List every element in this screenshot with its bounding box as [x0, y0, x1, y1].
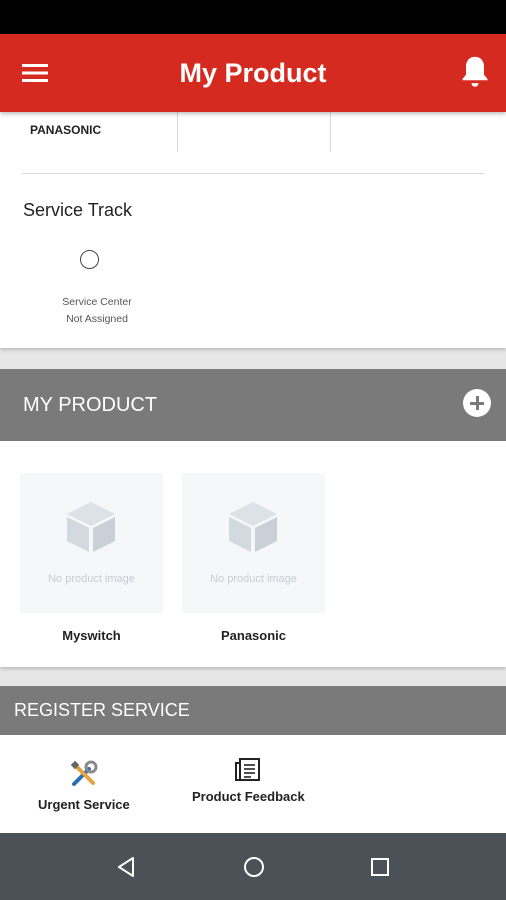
product-feedback-label: Product Feedback [192, 789, 305, 804]
products-list: No product image Myswitch No product ima… [0, 441, 506, 667]
app-bar: My Product [0, 34, 506, 112]
product-name: Myswitch [62, 628, 121, 643]
track-status-line1: Service Center [62, 296, 132, 308]
back-button[interactable] [113, 853, 141, 881]
add-product-button[interactable] [463, 389, 491, 417]
back-triangle-icon [118, 857, 134, 877]
no-image-text: No product image [48, 573, 135, 585]
product-thumbnail: No product image [20, 473, 163, 613]
services-list: Urgent Service Product Feedback [0, 735, 506, 833]
home-button[interactable] [240, 853, 268, 881]
register-service-header: REGISTER SERVICE [0, 686, 506, 735]
track-status-text: Service Center Not Assigned [38, 294, 156, 328]
notification-bell-icon [462, 56, 488, 87]
track-status-circle-icon [80, 250, 99, 269]
my-product-title: MY PRODUCT [23, 394, 158, 416]
brand-value: PANASONIC [30, 123, 102, 137]
home-circle-icon [244, 857, 264, 877]
notification-button[interactable] [458, 54, 494, 90]
tools-icon [70, 760, 98, 786]
divider [22, 173, 484, 174]
no-image-text: No product image [210, 573, 297, 585]
page-title: My Product [179, 58, 327, 88]
recents-button[interactable] [366, 853, 394, 881]
feedback-document-icon [235, 758, 261, 781]
register-service-title: REGISTER SERVICE [14, 700, 190, 720]
box-placeholder-icon [67, 502, 115, 552]
product-card-panasonic[interactable]: No product image Panasonic [182, 473, 325, 643]
product-name: Panasonic [220, 628, 287, 643]
cell-divider [330, 112, 331, 152]
product-thumbnail: No product image [182, 473, 325, 613]
recents-square-icon [371, 858, 389, 876]
urgent-service-button[interactable]: Urgent Service [38, 759, 130, 812]
box-placeholder-icon [229, 502, 277, 552]
service-track-title: Service Track [23, 200, 133, 220]
cell-divider [177, 112, 178, 152]
track-status-line2: Not Assigned [66, 313, 128, 325]
my-product-header: MY PRODUCT [0, 369, 506, 441]
status-bar [0, 0, 506, 34]
product-feedback-button[interactable]: Product Feedback [192, 757, 305, 804]
product-card-myswitch[interactable]: No product image Myswitch [20, 473, 163, 643]
urgent-service-label: Urgent Service [38, 797, 130, 812]
product-detail-card: PANASONIC Service Track Service Center N… [0, 112, 506, 348]
system-nav-bar [0, 833, 506, 900]
